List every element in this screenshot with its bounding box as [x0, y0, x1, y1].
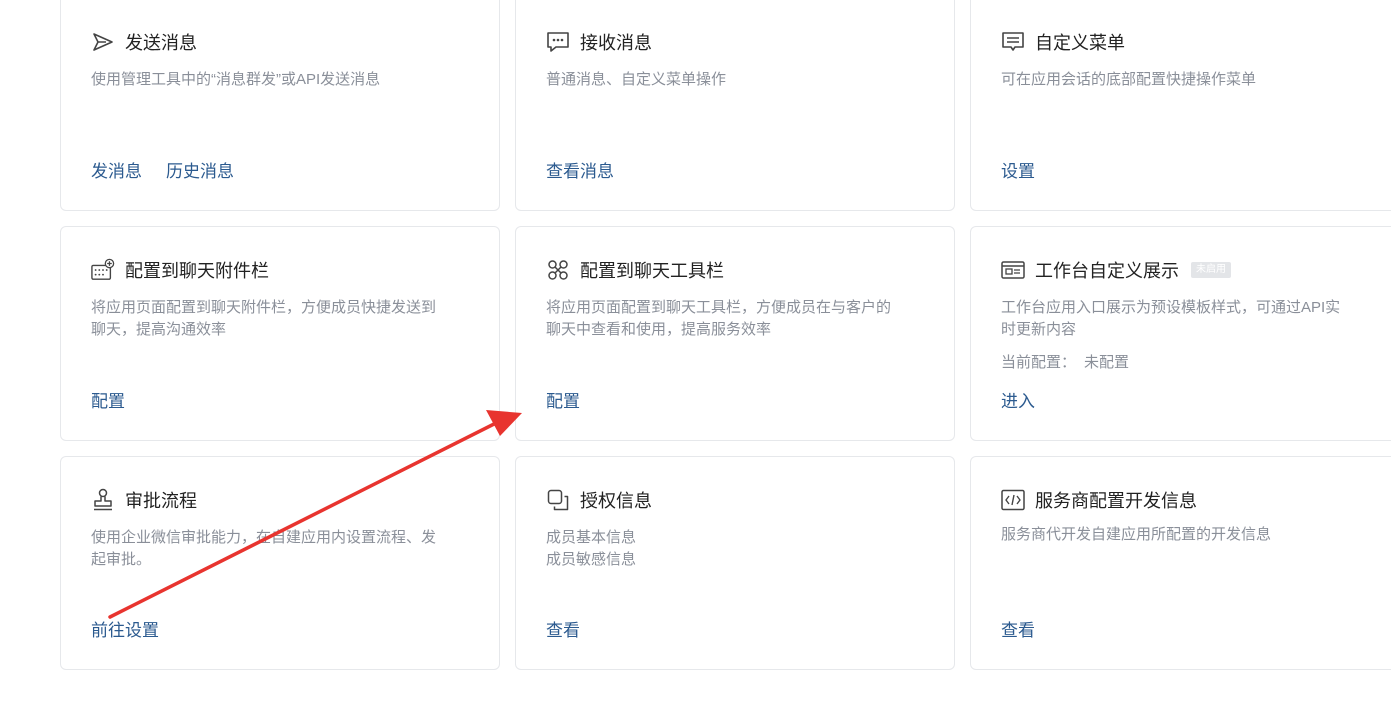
history-message-link[interactable]: 历史消息	[166, 157, 234, 182]
card-title: 配置到聊天工具栏	[546, 259, 724, 281]
toolbar-icon	[546, 259, 570, 281]
card-title: 审批流程	[91, 488, 197, 511]
configure-toolbar-link[interactable]: 配置	[546, 387, 580, 412]
desc-line: 使用管理工具中的“消息群发”或API发送消息	[91, 71, 381, 88]
card-title: 自定义菜单	[1001, 31, 1125, 53]
view-developer-info-link[interactable]: 查看	[1001, 616, 1035, 641]
copy-icon	[546, 489, 570, 511]
card-actions: 配置	[546, 387, 580, 412]
desc-line: 可在应用会话的底部配置快捷操作菜单	[1001, 71, 1257, 88]
card-title-text: 服务商配置开发信息	[1035, 491, 1197, 511]
card-title: 工作台自定义展示 未启用	[1001, 259, 1231, 281]
desc-line: 服务商代开发自建应用所配置的开发信息	[1001, 526, 1272, 543]
card-actions: 发消息 历史消息	[91, 157, 234, 182]
card-description: 将应用页面配置到聊天附件栏，方便成员快捷发送到 聊天，提高沟通效率	[91, 297, 476, 341]
card-receive-message: 接收消息 普通消息、自定义菜单操作 查看消息	[515, 0, 955, 211]
current-config-value: 未配置	[1084, 354, 1130, 371]
card-actions: 查看消息	[546, 157, 614, 182]
card-title-text: 自定义菜单	[1035, 33, 1125, 53]
desc-line: 起审批。	[91, 551, 152, 568]
menu-settings-link[interactable]: 设置	[1001, 157, 1035, 182]
card-title-text: 接收消息	[580, 33, 652, 53]
card-authorization-info: 授权信息 成员基本信息 成员敏感信息 查看	[515, 456, 955, 670]
card-description: 成员基本信息 成员敏感信息	[546, 527, 931, 571]
card-description: 工作台应用入口展示为预设模板样式，可通过API实 时更新内容	[1001, 297, 1386, 341]
card-title-text: 工作台自定义展示	[1035, 261, 1179, 281]
card-actions: 查看	[546, 616, 580, 641]
card-title-text: 配置到聊天附件栏	[125, 261, 269, 281]
desc-line: 聊天中查看和使用，提高服务效率	[546, 321, 772, 338]
card-title-text: 审批流程	[125, 491, 197, 511]
desc-line: 工作台应用入口展示为预设模板样式，可通过API实	[1001, 299, 1341, 316]
desc-line: 成员基本信息	[546, 529, 637, 546]
desc-line: 普通消息、自定义菜单操作	[546, 71, 727, 88]
card-custom-menu: 自定义菜单 可在应用会话的底部配置快捷操作菜单 设置	[970, 0, 1391, 211]
desc-line: 将应用页面配置到聊天附件栏，方便成员快捷发送到	[91, 299, 437, 316]
card-chat-toolbar: 配置到聊天工具栏 将应用页面配置到聊天工具栏，方便成员在与客户的 聊天中查看和使…	[515, 226, 955, 441]
card-description: 使用管理工具中的“消息群发”或API发送消息	[91, 69, 476, 91]
desc-line: 使用企业微信审批能力，在自建应用内设置流程、发	[91, 529, 437, 546]
chat-bubble-icon	[546, 31, 570, 53]
send-icon	[91, 31, 115, 53]
desc-line: 聊天，提高沟通效率	[91, 321, 227, 338]
card-send-message: 发送消息 使用管理工具中的“消息群发”或API发送消息 发消息 历史消息	[60, 0, 500, 211]
view-authorization-link[interactable]: 查看	[546, 616, 580, 641]
id-card-icon	[1001, 259, 1025, 281]
card-title-text: 配置到聊天工具栏	[580, 261, 724, 281]
card-description: 使用企业微信审批能力，在自建应用内设置流程、发 起审批。	[91, 527, 476, 571]
card-title: 发送消息	[91, 31, 197, 53]
card-actions: 进入	[1001, 387, 1035, 412]
send-message-link[interactable]: 发消息	[91, 157, 142, 182]
card-title-text: 发送消息	[125, 33, 197, 53]
card-actions: 前往设置	[91, 616, 159, 641]
current-config-label: 当前配置：	[1001, 354, 1077, 371]
card-chat-attachment: 配置到聊天附件栏 将应用页面配置到聊天附件栏，方便成员快捷发送到 聊天，提高沟通…	[60, 226, 500, 441]
desc-line: 将应用页面配置到聊天工具栏，方便成员在与客户的	[546, 299, 892, 316]
enter-workbench-link[interactable]: 进入	[1001, 387, 1035, 412]
card-title: 授权信息	[546, 489, 652, 511]
card-actions: 查看	[1001, 616, 1035, 641]
card-title-text: 授权信息	[580, 491, 652, 511]
stamp-icon	[91, 488, 115, 511]
card-developer-info: 服务商配置开发信息 服务商代开发自建应用所配置的开发信息 查看	[970, 456, 1391, 670]
card-workbench-display: 工作台自定义展示 未启用 工作台应用入口展示为预设模板样式，可通过API实 时更…	[970, 226, 1391, 441]
view-message-link[interactable]: 查看消息	[546, 157, 614, 182]
menu-icon	[1001, 31, 1025, 53]
card-title: 配置到聊天附件栏	[91, 258, 269, 281]
code-icon	[1001, 489, 1025, 511]
card-actions: 设置	[1001, 157, 1035, 182]
card-title: 服务商配置开发信息	[1001, 489, 1197, 511]
keyboard-plus-icon	[91, 258, 115, 281]
card-description: 将应用页面配置到聊天工具栏，方便成员在与客户的 聊天中查看和使用，提高服务效率	[546, 297, 931, 341]
desc-line: 成员敏感信息	[546, 551, 637, 568]
card-description: 普通消息、自定义菜单操作	[546, 69, 931, 91]
configure-attachment-link[interactable]: 配置	[91, 387, 125, 412]
card-actions: 配置	[91, 387, 125, 412]
card-approval-flow: 审批流程 使用企业微信审批能力，在自建应用内设置流程、发 起审批。 前往设置	[60, 456, 500, 670]
status-badge: 未启用	[1191, 262, 1231, 278]
card-title: 接收消息	[546, 31, 652, 53]
desc-line: 时更新内容	[1001, 321, 1077, 338]
card-description: 可在应用会话的底部配置快捷操作菜单	[1001, 69, 1386, 91]
card-description: 服务商代开发自建应用所配置的开发信息	[1001, 524, 1386, 546]
current-config: 当前配置： 未配置	[1001, 351, 1129, 372]
go-settings-link[interactable]: 前往设置	[91, 616, 159, 641]
